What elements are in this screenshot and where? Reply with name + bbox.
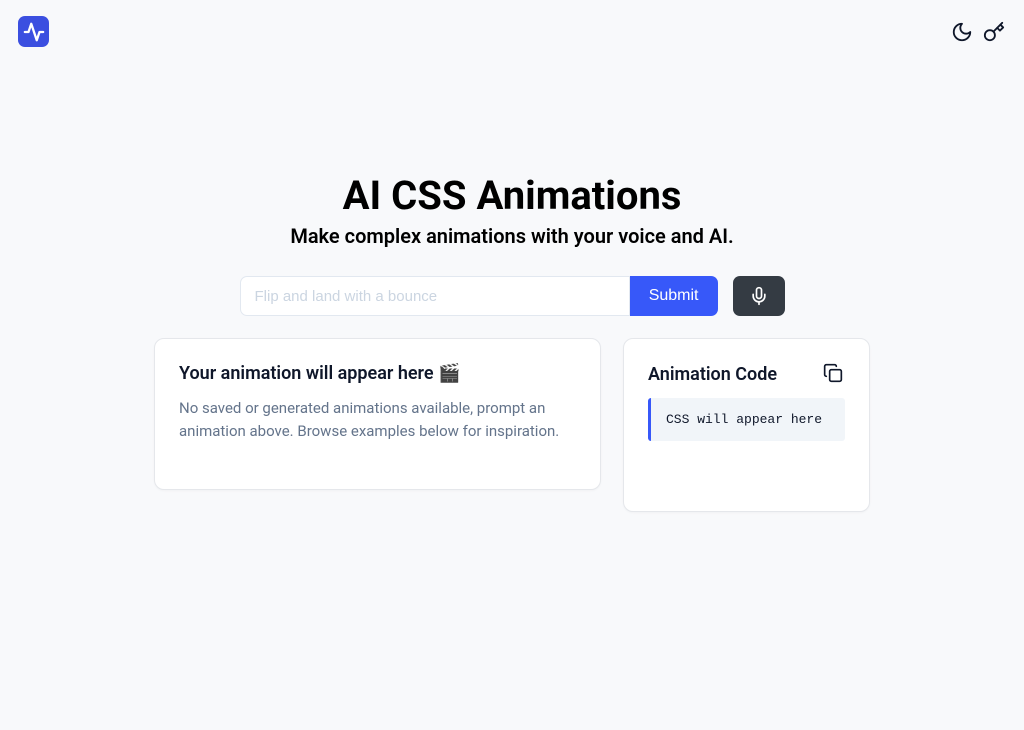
page-subtitle: Make complex animations with your voice … — [290, 224, 733, 248]
logo[interactable] — [18, 16, 49, 47]
prompt-form: Submit — [240, 276, 718, 316]
copy-icon — [823, 363, 843, 383]
theme-toggle[interactable] — [950, 20, 974, 44]
page-title: AI CSS Animations — [343, 172, 682, 219]
copy-code-button[interactable] — [823, 363, 845, 385]
code-card-title: Animation Code — [648, 364, 777, 385]
preview-empty-text: No saved or generated animations availab… — [179, 397, 576, 442]
submit-button[interactable]: Submit — [630, 276, 718, 316]
preview-card-title: Your animation will appear here 🎬 — [179, 363, 576, 384]
activity-icon — [23, 21, 45, 43]
voice-input-button[interactable] — [733, 276, 785, 316]
prompt-input[interactable] — [240, 276, 630, 316]
code-card: Animation Code CSS will appear here — [623, 338, 870, 512]
moon-icon — [951, 21, 973, 43]
preview-card: Your animation will appear here 🎬 No sav… — [154, 338, 601, 490]
code-output: CSS will appear here — [648, 398, 845, 441]
microphone-icon — [749, 286, 769, 306]
key-icon — [983, 21, 1005, 43]
header-actions — [950, 20, 1006, 44]
api-key-button[interactable] — [982, 20, 1006, 44]
